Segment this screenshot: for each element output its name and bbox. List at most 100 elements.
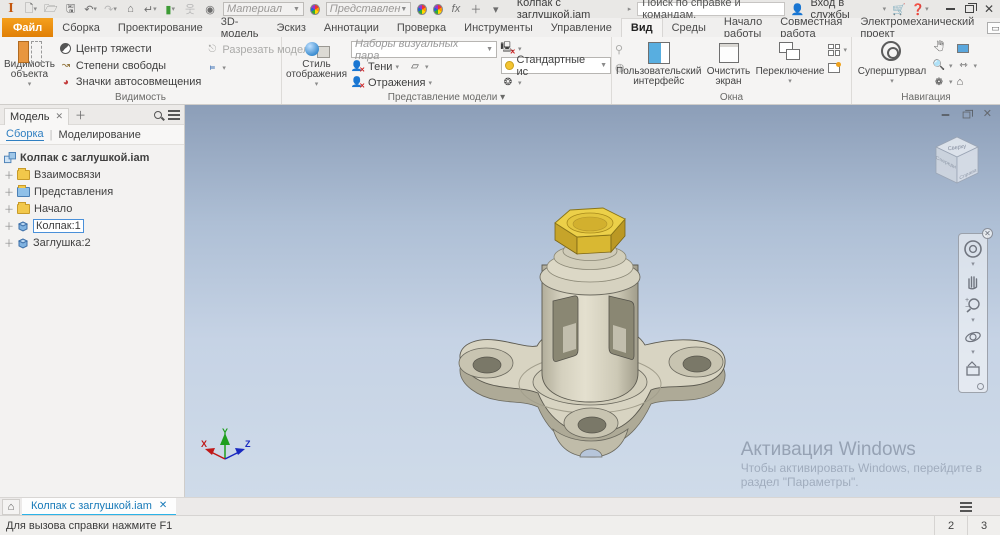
redo-icon[interactable]: ↷▾: [104, 2, 118, 16]
navbar-zoom-button[interactable]: +−: [962, 294, 984, 316]
material-wheel-icon[interactable]: ◉: [203, 2, 217, 16]
tab-design[interactable]: Проектирование: [109, 18, 212, 37]
ground-plane-icon[interactable]: ▱: [408, 60, 422, 74]
clear-appearance-icon[interactable]: [433, 4, 443, 15]
select-icon[interactable]: 웃: [183, 2, 197, 16]
tab-3d-model[interactable]: 3D-модель: [212, 18, 268, 37]
browser-add-tab-button[interactable]: ＋: [75, 107, 86, 123]
tab-sketch[interactable]: Эскиз: [267, 18, 314, 37]
open-icon[interactable]: 🗁: [44, 2, 58, 16]
document-tab-close-icon[interactable]: ✕: [159, 500, 167, 511]
navbar-steering-wheel-button[interactable]: [962, 238, 984, 260]
browser-tab-close-icon[interactable]: ✕: [55, 111, 63, 122]
qat-customize-icon[interactable]: ▾: [489, 2, 503, 16]
center-of-gravity-button[interactable]: Центр тяжести: [59, 41, 201, 57]
material-combo[interactable]: Материал▼: [223, 2, 304, 16]
update-icon[interactable]: ▮▾: [163, 2, 177, 16]
zoom-button[interactable]: 🔍▾: [932, 58, 953, 74]
expander-icon[interactable]: ＋: [4, 184, 13, 199]
help-search-input[interactable]: Поиск по справке и командам.: [637, 2, 784, 16]
browser-filter-assembly[interactable]: Сборка: [6, 128, 44, 141]
look-at-button[interactable]: [957, 41, 978, 57]
model-hole-right[interactable]: [669, 347, 723, 377]
tree-root-assembly[interactable]: Колпак с заглушкой.iam: [2, 149, 182, 166]
navbar-pan-button[interactable]: [962, 270, 984, 292]
ribbon-display-options-button[interactable]: ▭ ▾: [987, 22, 1000, 34]
clean-screen-button[interactable]: Очистить экран: [705, 39, 751, 90]
chevron-down-icon[interactable]: ▾: [971, 318, 975, 324]
user-interface-button[interactable]: Пользовательский интерфейс: [616, 39, 701, 90]
display-style-button[interactable]: Стиль отображения ▾: [286, 39, 347, 90]
app-store-cart-icon[interactable]: 🛒: [892, 2, 906, 16]
inventor-logo-icon[interactable]: I: [4, 2, 18, 16]
graphics-viewport[interactable]: ✕: [185, 105, 1000, 497]
color-wheel-icon[interactable]: [310, 4, 320, 15]
home-view-button[interactable]: ⌂: [957, 74, 978, 90]
imate-glyph-button[interactable]: ◕ Значки автосовмещения: [59, 74, 201, 90]
model-hole-front[interactable]: [564, 408, 618, 438]
steering-wheels-button[interactable]: Суперштурвал ▾: [856, 39, 928, 90]
return-icon[interactable]: ↵▾: [143, 2, 157, 16]
browser-menu-icon[interactable]: [168, 110, 180, 120]
sign-in-chevron-icon[interactable]: ▾: [883, 5, 887, 13]
expander-icon[interactable]: ＋: [4, 167, 13, 182]
tab-collaborate[interactable]: Совместная работа: [771, 18, 851, 37]
sign-in-person-icon[interactable]: 👤: [791, 2, 805, 16]
model-hex-cap[interactable]: [555, 208, 625, 254]
help-icon[interactable]: ❓▾: [912, 2, 928, 16]
chevron-down-icon[interactable]: ▾: [425, 63, 429, 71]
doc-tab-menu-icon[interactable]: [960, 502, 972, 512]
tab-inspect[interactable]: Проверка: [388, 18, 455, 37]
adjust-appearance-icon[interactable]: [417, 4, 427, 15]
group-model-view-label[interactable]: Представление модели ▾: [282, 92, 611, 103]
tree-item-relationships[interactable]: ＋ Взаимосвязи: [2, 166, 182, 183]
tab-environments[interactable]: Среды: [663, 18, 715, 37]
appearance-combo[interactable]: Представлен▼: [326, 2, 412, 16]
home-icon[interactable]: ⌂: [123, 2, 137, 16]
visual-styles-combo[interactable]: Наборы визуальных пара ▼: [351, 41, 497, 58]
close-button[interactable]: ✕: [984, 3, 994, 15]
model-slot-right[interactable]: [609, 296, 634, 360]
new-window-button[interactable]: [828, 59, 847, 76]
textures-button[interactable]: ❂ ▾: [501, 75, 611, 90]
switch-windows-button[interactable]: Переключение ▾: [756, 39, 825, 90]
expander-icon[interactable]: ＋: [4, 235, 13, 250]
tile-windows-button[interactable]: ▾: [828, 41, 847, 58]
tab-view[interactable]: Вид: [621, 18, 663, 37]
model-hole-left[interactable]: [459, 348, 513, 378]
navbar-orbit-button[interactable]: [962, 326, 984, 348]
browser-tab-model[interactable]: Модель ✕: [4, 108, 69, 125]
view-cube[interactable]: Сверху Спереди Справа: [928, 129, 986, 189]
tab-manage[interactable]: Управление: [542, 18, 621, 37]
navbar-look-at-button[interactable]: [962, 358, 984, 380]
tree-item-zaglushka[interactable]: ＋ Заглушка:2: [2, 234, 182, 251]
lighting-combo[interactable]: Стандартные ис ▼: [501, 57, 611, 74]
minimize-button[interactable]: [946, 8, 955, 10]
tab-tools[interactable]: Инструменты: [455, 18, 542, 37]
document-tab-active[interactable]: Колпак с заглушкой.iam ✕: [22, 498, 176, 516]
tab-electromechanical[interactable]: Электромеханический проект: [851, 18, 983, 37]
tree-item-origin[interactable]: ＋ Начало: [2, 200, 182, 217]
tree-item-representations[interactable]: ＋ Представления: [2, 183, 182, 200]
home-tab-icon[interactable]: ⌂: [2, 499, 20, 515]
tab-annotate[interactable]: Аннотации: [315, 18, 388, 37]
undo-icon[interactable]: ↶▾: [84, 2, 98, 16]
add-qat-icon[interactable]: ＋: [469, 2, 483, 16]
restore-button[interactable]: [965, 5, 974, 13]
navbar-customize-icon[interactable]: [977, 383, 984, 390]
model-slot-left[interactable]: [553, 296, 578, 362]
expander-icon[interactable]: ＋: [4, 201, 13, 216]
save-icon[interactable]: 🖫: [64, 2, 78, 16]
new-document-icon[interactable]: 🗋▾: [24, 2, 38, 16]
browser-filter-modeling[interactable]: Моделирование: [59, 129, 141, 141]
chevron-down-icon[interactable]: ▾: [971, 262, 975, 268]
zoom-all-button[interactable]: ⇿▾: [957, 58, 978, 74]
pan-button[interactable]: 🖑: [932, 41, 953, 57]
tab-assembly[interactable]: Сборка: [53, 18, 109, 37]
degrees-of-freedom-button[interactable]: ↝ Степени свободы: [59, 58, 201, 74]
chevron-down-icon[interactable]: ▾: [971, 350, 975, 356]
navbar-close-icon[interactable]: ✕: [982, 228, 993, 239]
reflections-button[interactable]: 👤✕ Отражения ▾: [351, 75, 497, 90]
tree-item-kolpak[interactable]: ＋ Колпак:1: [2, 217, 182, 234]
browser-search-icon[interactable]: [154, 111, 162, 119]
